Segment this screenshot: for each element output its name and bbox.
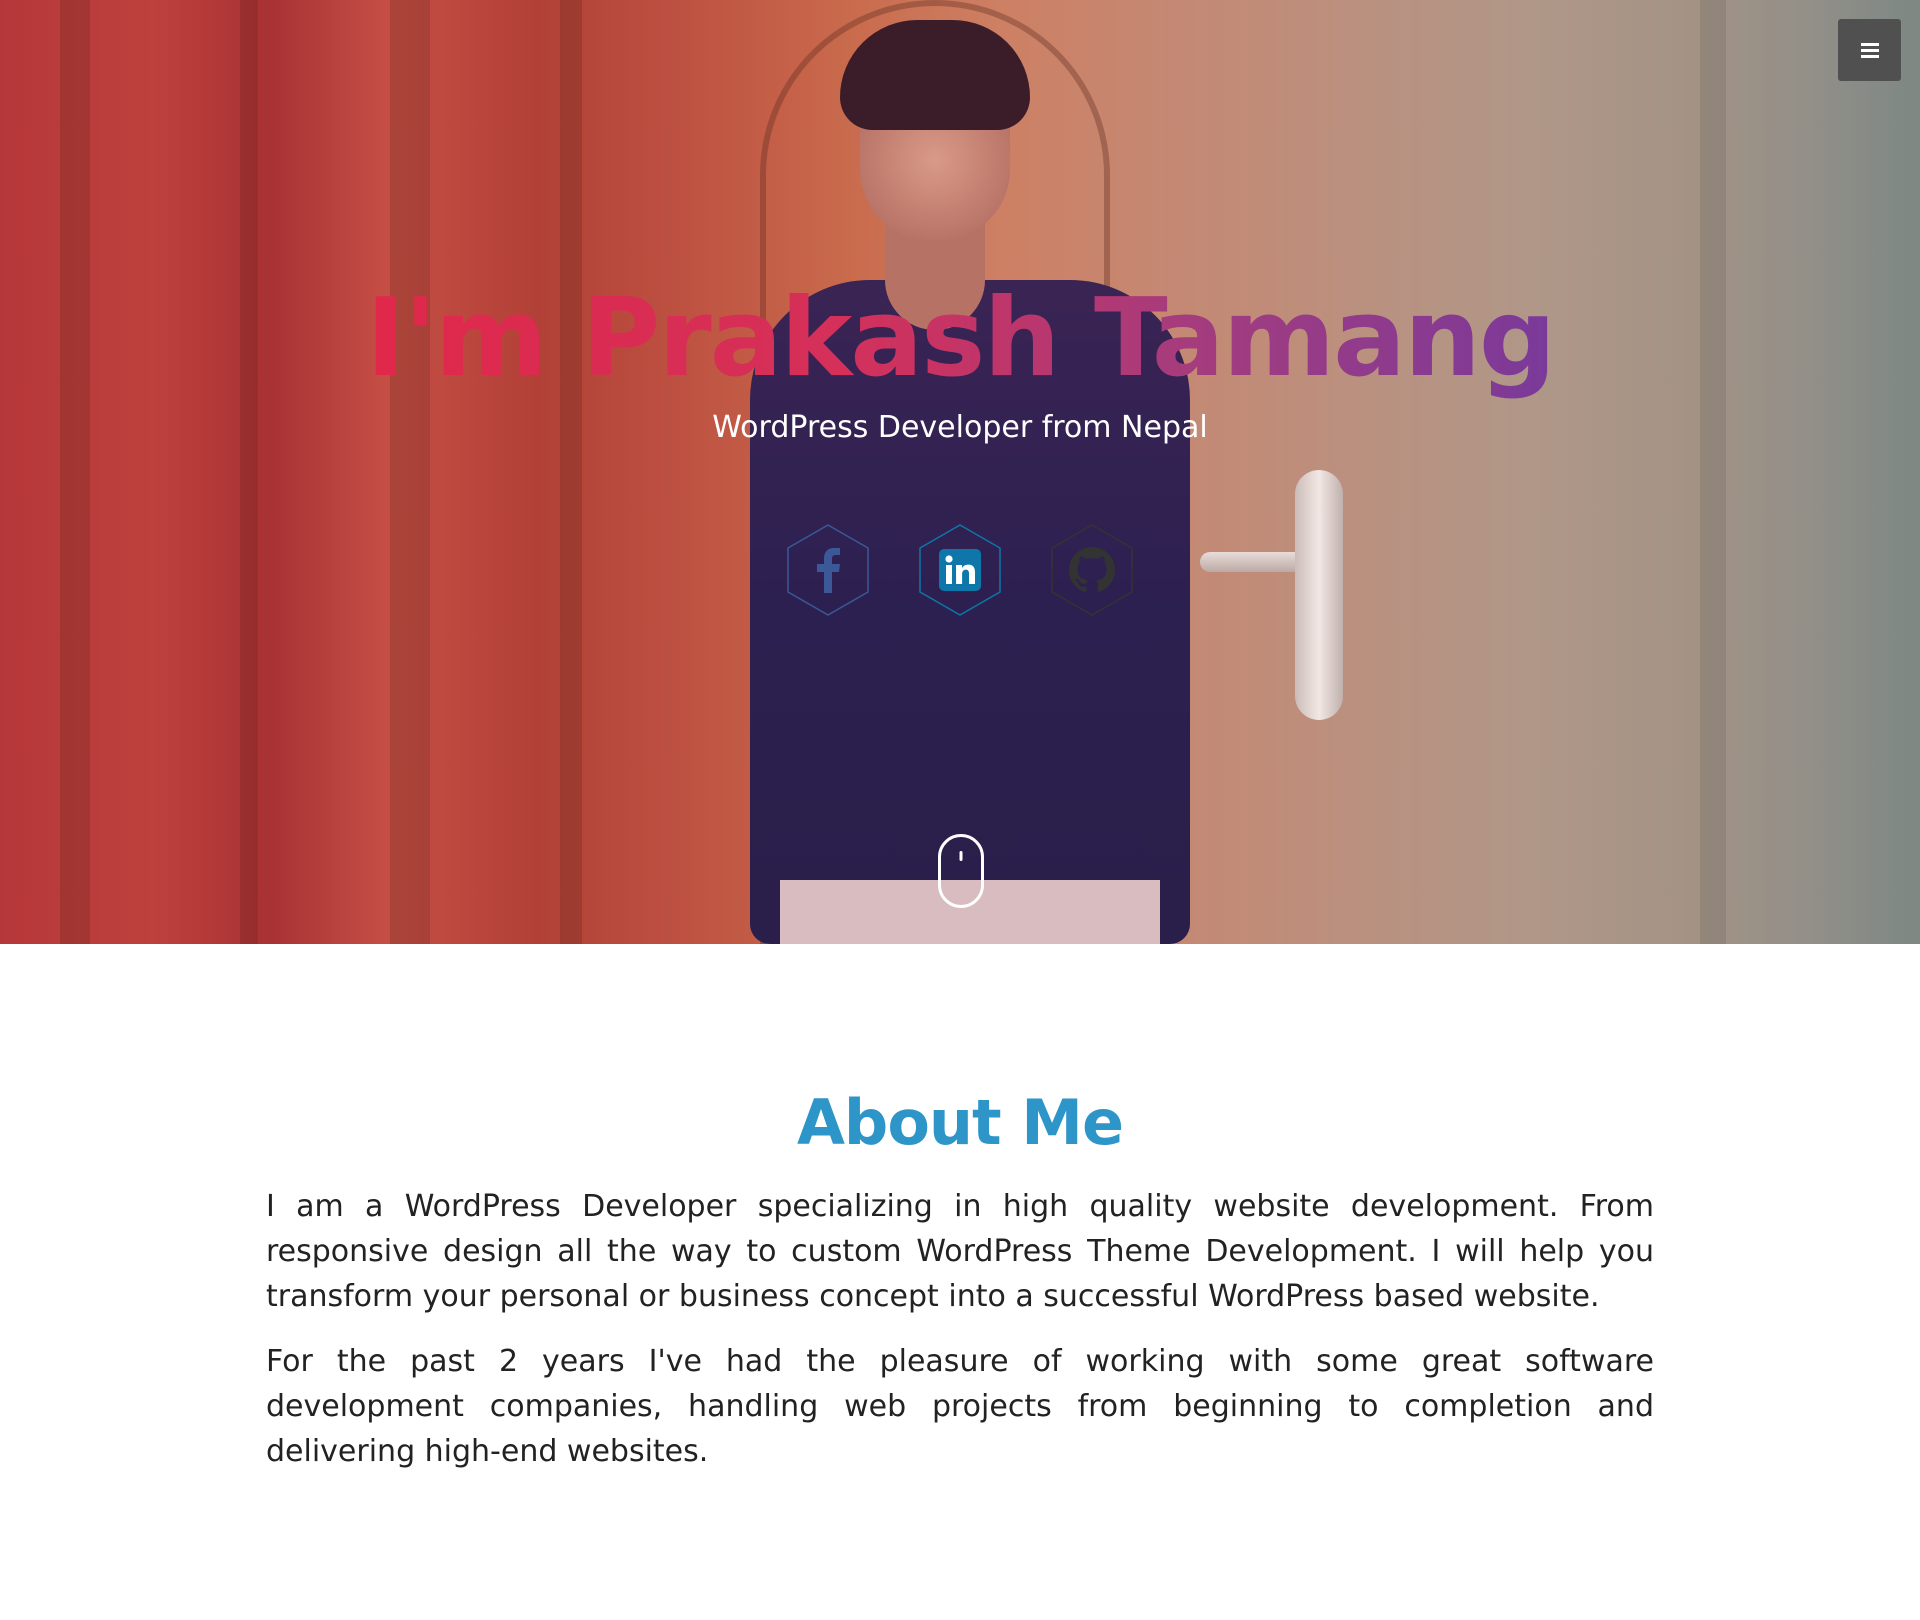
about-paragraph: For the past 2 years I've had the pleasu… — [266, 1344, 1654, 1469]
about-text: I am a WordPress Developer specializing … — [266, 1184, 1654, 1494]
scroll-down-mouse-icon[interactable] — [938, 834, 984, 908]
background-door-stripe — [560, 0, 582, 944]
about-section: About Me I am a WordPress Developer spec… — [0, 944, 1920, 1620]
background-door-stripe — [390, 0, 430, 944]
hero-title-text: I'm Prakash Tamang — [365, 276, 1556, 401]
linkedin-icon — [939, 549, 981, 591]
background-door-stripe — [1700, 0, 1726, 944]
about-paragraph: I am a WordPress Developer specializing … — [266, 1189, 1654, 1314]
background-door-stripe — [240, 0, 258, 944]
hero-section: I'm Prakash Tamang WordPress Developer f… — [0, 0, 1920, 944]
facebook-link[interactable] — [787, 524, 869, 616]
github-icon — [1069, 547, 1115, 592]
mouse-wheel — [959, 851, 963, 861]
hero-title: I'm Prakash Tamang — [0, 279, 1920, 399]
background-door-stripe — [60, 0, 90, 944]
menu-button[interactable] — [1838, 19, 1901, 81]
about-title-wrapper: About Me — [0, 1090, 1920, 1155]
hamburger-icon — [1860, 42, 1879, 58]
linkedin-link[interactable] — [919, 524, 1001, 616]
facebook-icon — [817, 548, 840, 593]
person-hair — [840, 20, 1030, 130]
about-title: About Me — [792, 1090, 1128, 1155]
github-link[interactable] — [1051, 524, 1133, 616]
hero-subtitle: WordPress Developer from Nepal — [712, 410, 1208, 445]
social-links — [0, 524, 1920, 616]
